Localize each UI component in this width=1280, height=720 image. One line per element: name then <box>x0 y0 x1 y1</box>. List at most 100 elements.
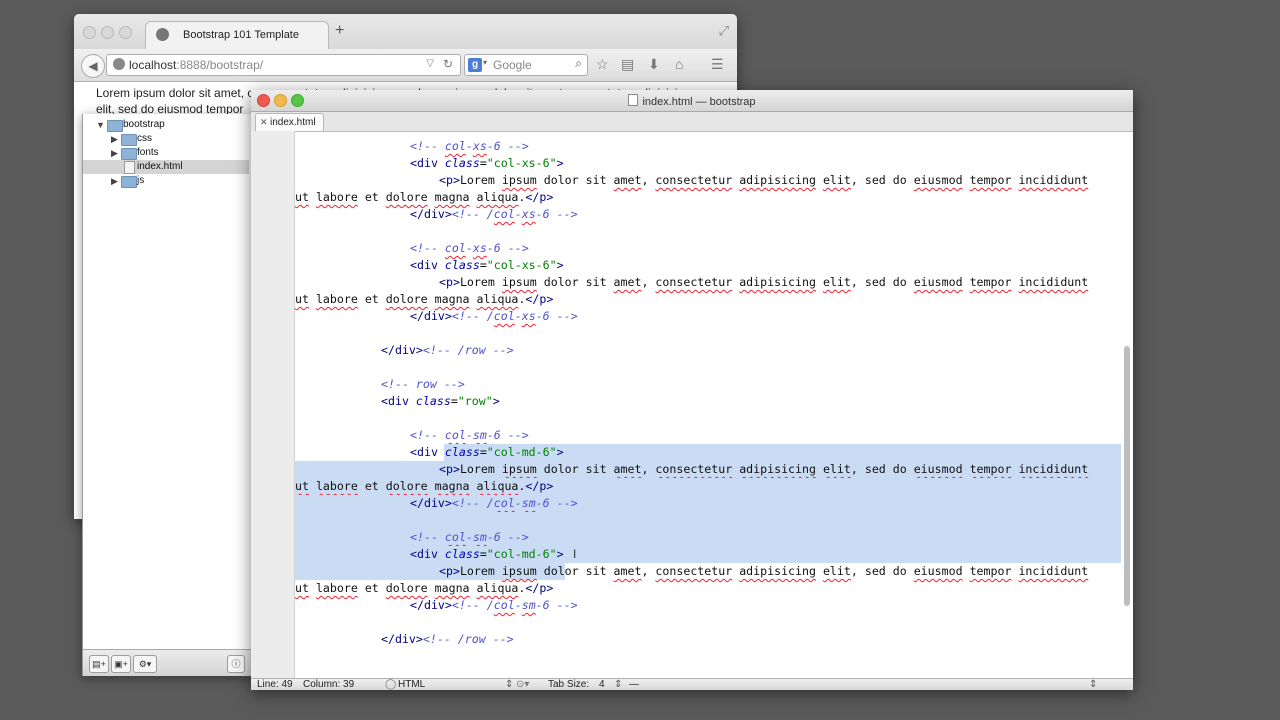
browser-tab[interactable]: Bootstrap 101 Template <box>145 21 329 50</box>
gear-icon[interactable]: ⚙▾ <box>133 655 157 673</box>
engine-dropdown-icon[interactable]: ▾ <box>483 58 487 67</box>
tab-index-html[interactable]: ✕ index.html <box>255 113 324 131</box>
code-text: <!-- col-xs-6 --> <box>410 241 529 255</box>
tab-size-value[interactable]: 4 <box>599 678 605 691</box>
tree-item-label: bootstrap <box>123 119 165 130</box>
symbol-selector[interactable]: — <box>629 678 639 691</box>
bookmarks-list-icon[interactable]: ▤ <box>621 56 634 73</box>
search-placeholder: Google <box>493 58 532 72</box>
code-text: </div><!-- /col-xs-6 --> <box>410 207 578 221</box>
editor-tab-bar: ✕ index.html <box>251 112 1133 132</box>
code-text: ut labore et dolore magna aliqua.</p> <box>295 581 554 595</box>
code-text: <p>Lorem ipsum dolor sit amet, consectet… <box>439 462 1089 476</box>
back-button[interactable]: ◀ <box>81 54 105 78</box>
code-text: <!-- col-sm-6 --> <box>410 530 529 544</box>
disclosure-closed-icon[interactable]: ▶ <box>111 174 118 188</box>
new-file-icon[interactable]: ▤+ <box>89 655 109 673</box>
line-indicator: Line: 49 <box>257 679 293 690</box>
selection-highlight <box>295 512 1121 529</box>
code-text: <p>Lorem ipsum dolor sit amet, consectet… <box>439 173 1089 187</box>
code-text: </div><!-- /col-sm-6 --> <box>410 598 578 612</box>
gear-icon[interactable]: ⊙▾ <box>516 678 529 691</box>
code-text: </div><!-- /col-xs-6 --> <box>410 309 578 323</box>
code-text: ut labore et dolore magna aliqua.</p> <box>295 292 554 306</box>
site-identity-icon <box>113 58 125 70</box>
url-history-dropdown-icon[interactable]: ▽ <box>426 58 434 69</box>
folder-icon <box>107 120 123 132</box>
close-tab-icon[interactable]: ✕ <box>260 114 268 131</box>
home-icon[interactable]: ⌂ <box>675 56 683 72</box>
bookmark-star-icon[interactable]: ☆ <box>596 56 609 73</box>
html-file-icon <box>124 161 135 174</box>
editor-window: index.html — bootstrap ✕ index.html 26 2… <box>251 90 1133 690</box>
url-text: localhost:8888/bootstrap/ <box>129 58 264 72</box>
code-text: <p>Lorem ipsum dolor sit amet, consectet… <box>439 275 1089 289</box>
disclosure-closed-icon[interactable]: ▶ <box>111 146 118 160</box>
code-text: <div class="row"> <box>381 394 500 408</box>
code-text: <div class="col-md-6"> <box>410 547 564 561</box>
search-icon[interactable]: ⌕ <box>575 56 582 71</box>
new-folder-icon[interactable]: ▣+ <box>111 655 131 673</box>
tree-item-js[interactable]: ▶ js <box>83 174 249 188</box>
file-tree: ▼ bootstrap ▶ css ▶ fonts index.html ▶ j… <box>83 118 249 188</box>
disclosure-open-icon[interactable]: ▼ <box>96 118 105 132</box>
folder-icon <box>121 176 137 188</box>
globe-icon <box>156 28 169 41</box>
status-bar: Line: 49 Column: 39 ◯ HTML ⇕ ⊙▾ Tab Size… <box>251 678 1133 690</box>
code-text: </div><!-- /row --> <box>381 632 514 646</box>
tree-item-fonts[interactable]: ▶ fonts <box>83 146 249 160</box>
editor-titlebar: index.html — bootstrap <box>251 90 1133 112</box>
code-text: <!-- row --> <box>381 377 465 391</box>
code-text: <div class="col-xs-6"> <box>410 156 564 170</box>
folder-icon <box>121 148 137 160</box>
code-text: <div class="col-md-6"> <box>410 445 564 459</box>
tree-item-css[interactable]: ▶ css <box>83 132 249 146</box>
downloads-icon[interactable]: ⬇ <box>648 56 660 73</box>
text-cursor-icon: I <box>573 547 577 561</box>
browser-toolbar: ◀ localhost:8888/bootstrap/ ▽ ↻ g ▾ Goog… <box>74 49 737 82</box>
code-text: <div class="col-xs-6"> <box>410 258 564 272</box>
tree-item-label: css <box>137 133 152 144</box>
code-text: ut labore et dolore magna aliqua.</p> <box>295 190 554 204</box>
symbol-stepper-icon[interactable]: ⇕ <box>1089 678 1097 691</box>
new-tab-button[interactable]: + <box>335 22 344 40</box>
browser-tab-strip: Bootstrap 101 Template + ⤢ <box>74 14 737 50</box>
info-icon[interactable]: ⓘ <box>227 655 245 673</box>
tree-item-label: index.html <box>137 161 183 172</box>
folder-icon <box>121 134 137 146</box>
tab-label: index.html <box>270 117 316 128</box>
menu-icon[interactable]: ☰ <box>711 56 724 73</box>
disclosure-closed-icon[interactable]: ▶ <box>111 132 118 146</box>
search-bar[interactable]: g ▾ Google ⌕ <box>464 54 588 76</box>
code-area[interactable]: 26 27<!-- col-xs-6 --> 28<div class="col… <box>295 131 1121 679</box>
browser-zoom-button[interactable] <box>119 26 132 39</box>
tree-item-bootstrap[interactable]: ▼ bootstrap <box>83 118 249 132</box>
syntax-selector[interactable]: HTML <box>398 678 425 691</box>
code-text: <!-- col-xs-6 --> <box>410 139 529 153</box>
browser-tab-title: Bootstrap 101 Template <box>183 29 299 41</box>
reload-icon[interactable]: ↻ <box>443 57 453 71</box>
project-sidebar: ▼ bootstrap ▶ css ▶ fonts index.html ▶ j… <box>82 114 253 676</box>
tab-size-label: Tab Size: <box>548 679 590 690</box>
code-text: </div><!-- /row --> <box>381 343 514 357</box>
code-text: <!-- col-sm-6 --> <box>410 428 529 442</box>
url-bar[interactable]: localhost:8888/bootstrap/ ▽ ↻ <box>106 54 461 76</box>
code-text: ut labore et dolore magna aliqua.</p> <box>295 479 554 493</box>
code-text: </div><!-- /col-sm-6 --> <box>410 496 578 510</box>
tree-item-index-html[interactable]: index.html <box>83 160 249 174</box>
window-title: index.html — bootstrap <box>251 94 1133 108</box>
browser-close-button[interactable] <box>83 26 96 39</box>
vertical-scrollbar[interactable] <box>1124 346 1130 606</box>
browser-minimize-button[interactable] <box>101 26 114 39</box>
sidebar-toolbar: ▤+ ▣+ ⚙▾ ⓘ <box>83 649 253 676</box>
code-text: <p>Lorem ipsum dolor sit amet, consectet… <box>439 564 1089 578</box>
line-number-gutter <box>251 131 295 679</box>
syntax-stepper-icon[interactable]: ⇕ <box>505 678 513 691</box>
document-icon <box>628 94 639 106</box>
fullscreen-icon[interactable]: ⤢ <box>719 23 729 39</box>
column-indicator: Column: 39 <box>303 679 355 690</box>
tree-item-label: js <box>137 175 145 186</box>
google-engine-icon[interactable]: g <box>468 58 482 72</box>
tree-item-label: fonts <box>137 147 159 158</box>
tab-size-stepper-icon[interactable]: ⇕ <box>614 678 622 691</box>
